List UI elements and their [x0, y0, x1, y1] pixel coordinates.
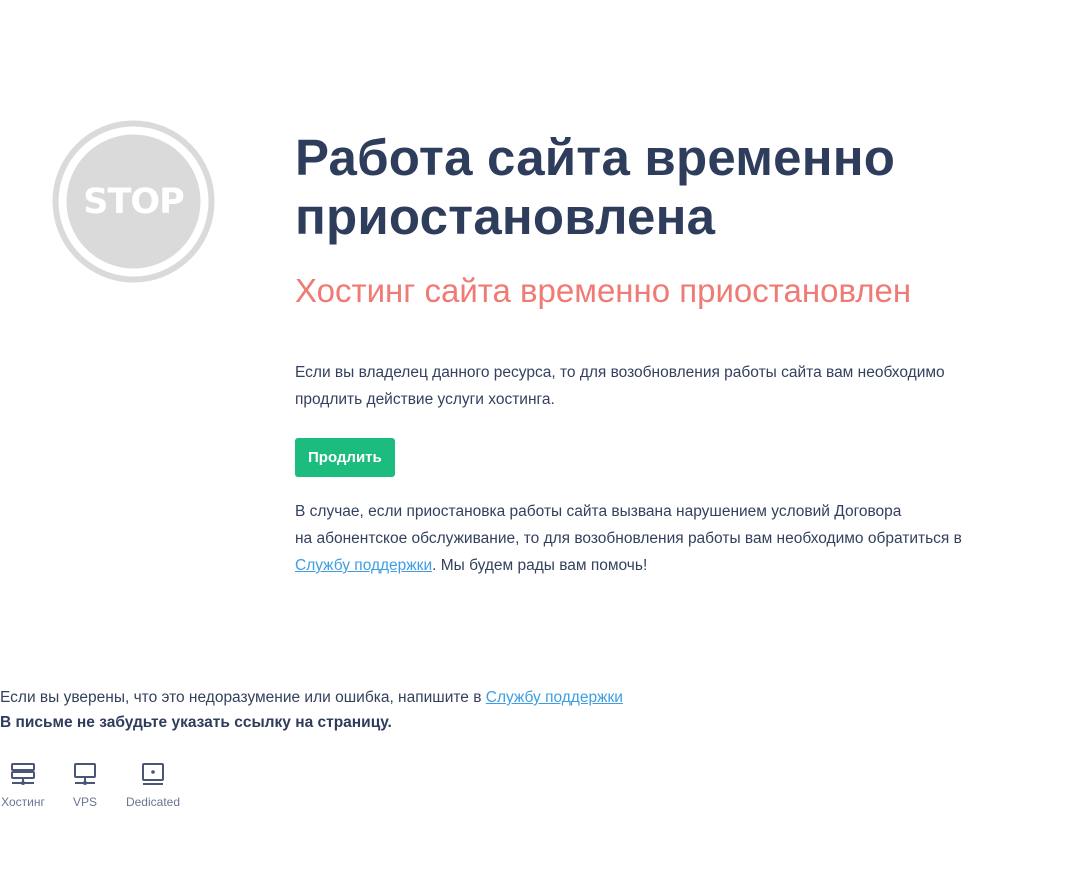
- footer-support-link[interactable]: Службу поддержки: [486, 689, 623, 706]
- stop-sign-text: STOP: [83, 181, 185, 222]
- page-subtitle: Хостинг сайта временно приостановлен: [295, 272, 912, 309]
- violation-notice-line2: на абонентское обслуживание, то для возо…: [295, 530, 962, 547]
- product-dedicated-label: Dedicated: [125, 795, 181, 809]
- violation-notice-line1: В случае, если приостановка работы сайта…: [295, 503, 902, 520]
- footer-error-text: Если вы уверены, что это недоразумение и…: [0, 689, 486, 706]
- page-title: Работа сайта временно приостановлена: [295, 128, 1035, 246]
- product-dedicated[interactable]: Dedicated: [123, 762, 183, 809]
- page-title-line2: приостановлена: [295, 188, 716, 245]
- product-links: Хостинг VPS Dedicated: [0, 762, 220, 812]
- renew-button[interactable]: Продлить: [295, 438, 395, 477]
- owner-notice-line1: Если вы владелец данного ресурса, то для…: [295, 364, 945, 381]
- stop-sign: STOP: [52, 120, 215, 283]
- hosting-icon: [11, 763, 35, 785]
- product-vps[interactable]: VPS: [70, 762, 100, 809]
- violation-notice: В случае, если приостановка работы сайта…: [295, 498, 1035, 579]
- dedicated-icon: [142, 763, 164, 785]
- product-hosting[interactable]: Хостинг: [0, 762, 46, 809]
- footer: Если вы уверены, что это недоразумение и…: [0, 685, 623, 735]
- owner-notice: Если вы владелец данного ресурса, то для…: [295, 359, 1035, 413]
- footer-error-line: Если вы уверены, что это недоразумение и…: [0, 685, 623, 710]
- main-content: Работа сайта временно приостановлена Хос…: [295, 128, 1035, 579]
- violation-notice-tail: . Мы будем рады вам помочь!: [432, 557, 648, 574]
- support-link[interactable]: Службу поддержки: [295, 557, 432, 574]
- product-vps-label: VPS: [72, 795, 97, 809]
- product-hosting-label: Хостинг: [1, 795, 45, 809]
- page-title-line1: Работа сайта временно: [295, 129, 896, 186]
- vps-icon: [74, 763, 96, 785]
- footer-bold-note: В письме не забудьте указать ссылку на с…: [0, 714, 392, 731]
- owner-notice-line2: продлить действие услуги хостинга.: [295, 391, 555, 408]
